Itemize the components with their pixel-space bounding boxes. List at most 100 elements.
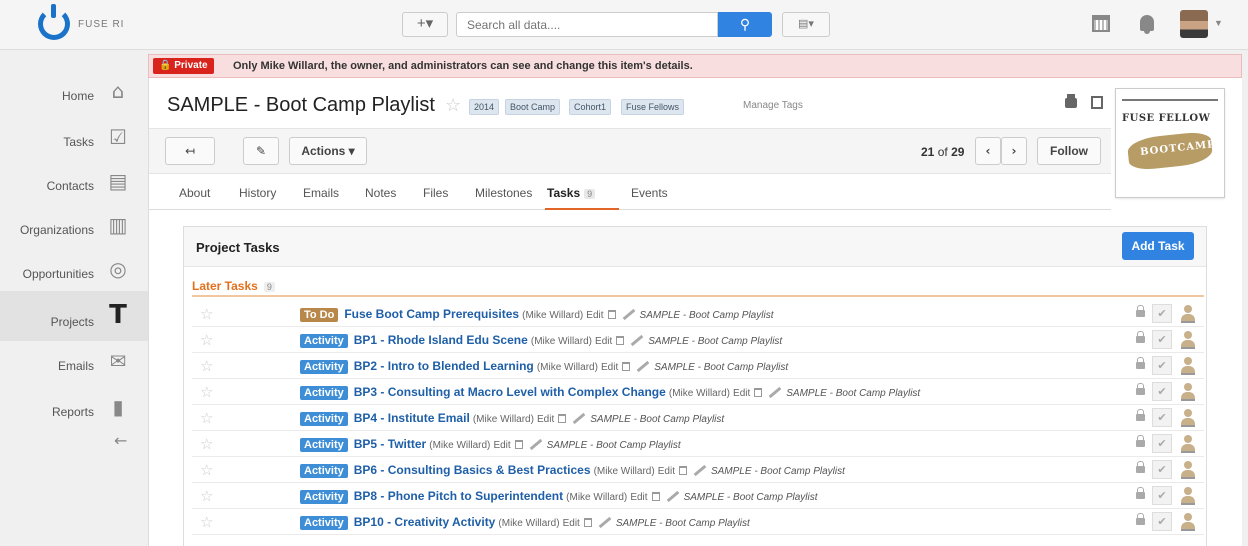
task-edit-link[interactable]: Edit	[601, 362, 618, 373]
assignee-icon[interactable]	[1180, 409, 1196, 427]
sidebar-item-reports[interactable]: Reports ▮	[0, 389, 148, 435]
star-icon[interactable]: ☆	[200, 461, 213, 479]
calendar-icon[interactable]	[1092, 15, 1110, 32]
task-edit-link[interactable]: Edit	[563, 518, 580, 529]
tab-emails[interactable]: Emails	[303, 186, 339, 200]
quick-add-button[interactable]: +▾	[402, 12, 448, 37]
actions-dropdown[interactable]: Actions ▾	[289, 137, 367, 165]
task-name-link[interactable]: BP8 - Phone Pitch to Superintendent	[354, 489, 563, 503]
task-edit-link[interactable]: Edit	[493, 440, 510, 451]
assignee-icon[interactable]	[1180, 383, 1196, 401]
complete-checkbox[interactable]: ✔	[1152, 382, 1172, 401]
task-edit-link[interactable]: Edit	[595, 336, 612, 347]
previous-record-button[interactable]: ‹	[975, 137, 1001, 165]
assignee-icon[interactable]	[1180, 487, 1196, 505]
complete-checkbox[interactable]: ✔	[1152, 434, 1172, 453]
print-icon[interactable]	[1065, 94, 1077, 108]
task-project-link[interactable]: SAMPLE - Boot Camp Playlist	[640, 310, 774, 321]
view-toggle-button[interactable]: ▤▾	[782, 12, 830, 37]
tab-about[interactable]: About	[179, 186, 210, 200]
tab-history[interactable]: History	[239, 186, 276, 200]
trash-icon[interactable]	[558, 414, 567, 423]
task-project-link[interactable]: SAMPLE - Boot Camp Playlist	[616, 518, 750, 529]
tab-milestones[interactable]: Milestones	[475, 186, 532, 200]
trash-icon[interactable]	[622, 362, 631, 371]
favorite-star-icon[interactable]: ☆	[445, 95, 461, 116]
complete-checkbox[interactable]: ✔	[1152, 460, 1172, 479]
trash-icon[interactable]	[514, 440, 523, 449]
trash-icon[interactable]	[607, 310, 616, 319]
task-edit-link[interactable]: Edit	[733, 388, 750, 399]
complete-checkbox[interactable]: ✔	[1152, 486, 1172, 505]
tab-files[interactable]: Files	[423, 186, 448, 200]
trash-icon[interactable]	[583, 518, 592, 527]
sidebar-item-tasks[interactable]: Tasks ☑	[0, 119, 148, 165]
task-project-link[interactable]: SAMPLE - Boot Camp Playlist	[590, 414, 724, 425]
notification-bell-icon[interactable]	[1140, 15, 1154, 34]
task-edit-link[interactable]: Edit	[630, 492, 647, 503]
task-project-link[interactable]: SAMPLE - Boot Camp Playlist	[684, 492, 818, 503]
complete-checkbox[interactable]: ✔	[1152, 304, 1172, 323]
complete-checkbox[interactable]: ✔	[1152, 356, 1172, 375]
sidebar-item-organizations[interactable]: Organizations ▥	[0, 207, 148, 253]
task-edit-link[interactable]: Edit	[586, 310, 603, 321]
task-edit-link[interactable]: Edit	[658, 466, 675, 477]
tab-events[interactable]: Events	[631, 186, 668, 200]
task-name-link[interactable]: Fuse Boot Camp Prerequisites	[344, 307, 519, 321]
task-project-link[interactable]: SAMPLE - Boot Camp Playlist	[547, 440, 681, 451]
app-logo[interactable]: FUSE RI	[38, 4, 124, 40]
task-name-link[interactable]: BP6 - Consulting Basics & Best Practices	[354, 463, 591, 477]
collapse-sidebar-icon[interactable]: ←	[114, 431, 127, 450]
next-record-button[interactable]: ›	[1001, 137, 1027, 165]
assignee-icon[interactable]	[1180, 513, 1196, 531]
task-name-link[interactable]: BP5 - Twitter	[354, 437, 426, 451]
chevron-down-icon[interactable]: ▼	[1214, 18, 1223, 28]
star-icon[interactable]: ☆	[200, 357, 213, 375]
sidebar-item-contacts[interactable]: Contacts ▤	[0, 163, 148, 209]
task-project-link[interactable]: SAMPLE - Boot Camp Playlist	[654, 362, 788, 373]
sidebar-item-projects[interactable]: Projects T	[0, 291, 148, 341]
task-project-link[interactable]: SAMPLE - Boot Camp Playlist	[711, 466, 845, 477]
star-icon[interactable]: ☆	[200, 305, 213, 323]
star-icon[interactable]: ☆	[200, 409, 213, 427]
trash-icon[interactable]	[651, 492, 660, 501]
task-name-link[interactable]: BP4 - Institute Email	[354, 411, 470, 425]
trash-icon[interactable]	[678, 466, 687, 475]
assignee-icon[interactable]	[1180, 331, 1196, 349]
tag-chip[interactable]: Boot Camp	[505, 99, 561, 115]
tag-chip[interactable]: Cohort1	[569, 99, 612, 115]
task-name-link[interactable]: BP1 - Rhode Island Edu Scene	[354, 333, 528, 347]
manage-tags-link[interactable]: Manage Tags	[743, 100, 803, 111]
sidebar-item-emails[interactable]: Emails ✉	[0, 343, 148, 389]
export-icon[interactable]	[1091, 96, 1103, 109]
star-icon[interactable]: ☆	[200, 331, 213, 349]
star-icon[interactable]: ☆	[200, 513, 213, 531]
follow-button[interactable]: Follow	[1037, 137, 1101, 165]
tab-notes[interactable]: Notes	[365, 186, 396, 200]
star-icon[interactable]: ☆	[200, 487, 213, 505]
search-input[interactable]	[456, 12, 718, 37]
task-group-label[interactable]: Later Tasks 9	[192, 279, 275, 293]
trash-icon[interactable]	[616, 336, 625, 345]
task-project-link[interactable]: SAMPLE - Boot Camp Playlist	[648, 336, 782, 347]
task-project-link[interactable]: SAMPLE - Boot Camp Playlist	[786, 388, 920, 399]
user-avatar[interactable]	[1180, 10, 1208, 38]
assignee-icon[interactable]	[1180, 461, 1196, 479]
task-edit-link[interactable]: Edit	[537, 414, 554, 425]
assignee-icon[interactable]	[1180, 435, 1196, 453]
complete-checkbox[interactable]: ✔	[1152, 330, 1172, 349]
trash-icon[interactable]	[754, 388, 763, 397]
complete-checkbox[interactable]: ✔	[1152, 512, 1172, 531]
complete-checkbox[interactable]: ✔	[1152, 408, 1172, 427]
add-task-button[interactable]: Add Task	[1122, 232, 1194, 260]
task-name-link[interactable]: BP10 - Creativity Activity	[354, 515, 496, 529]
tag-chip[interactable]: 2014	[469, 99, 500, 115]
sidebar-item-home[interactable]: Home ⌂	[0, 73, 148, 119]
star-icon[interactable]: ☆	[200, 383, 213, 401]
task-name-link[interactable]: BP2 - Intro to Blended Learning	[354, 359, 534, 373]
assignee-icon[interactable]	[1180, 357, 1196, 375]
edit-button[interactable]: ✎	[243, 137, 279, 165]
tab-tasks[interactable]: Tasks 9	[547, 186, 596, 200]
search-button[interactable]: ⚲	[718, 12, 772, 37]
star-icon[interactable]: ☆	[200, 435, 213, 453]
